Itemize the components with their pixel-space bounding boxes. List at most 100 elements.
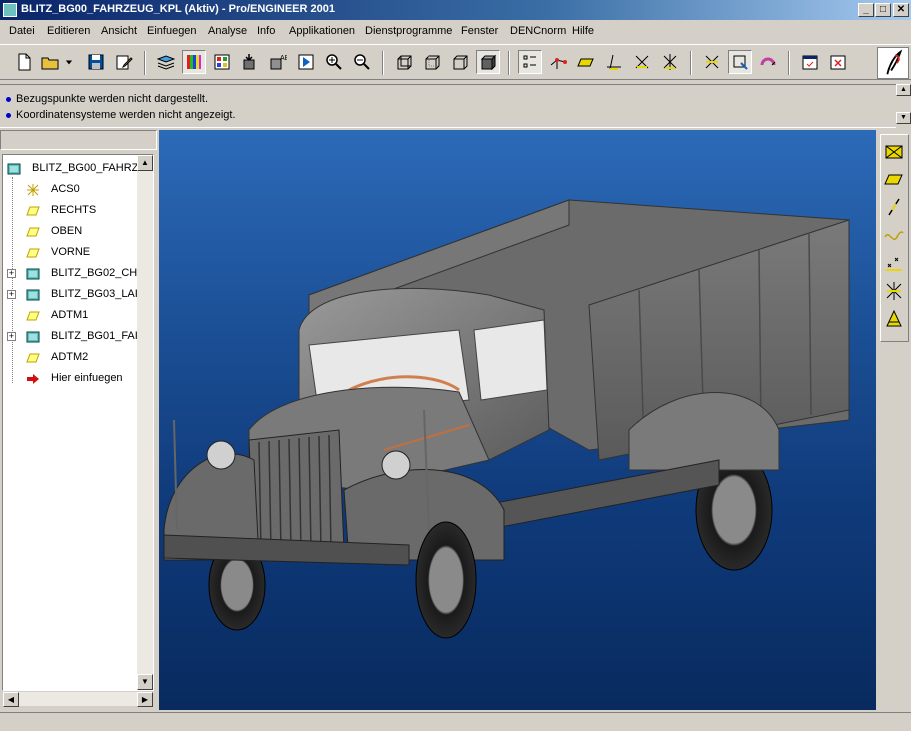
expand-plus-icon[interactable]: +	[7, 290, 16, 299]
message-text: Bezugspunkte werden nicht dargestellt.	[16, 93, 209, 105]
subassembly-icon	[26, 267, 40, 281]
spin-icon[interactable]	[756, 50, 780, 74]
regen-icon[interactable]: AB	[266, 50, 290, 74]
model-setup-icon[interactable]	[238, 50, 262, 74]
coord-sys-icon[interactable]	[630, 50, 654, 74]
zoom-in-icon[interactable]	[322, 50, 346, 74]
scroll-right-arrow-icon[interactable]: ▶	[137, 692, 153, 707]
datum-plane-icon	[26, 246, 40, 260]
insert-here-arrow-icon	[26, 372, 40, 386]
toolbar-separator	[788, 51, 790, 75]
tree-item-bg01[interactable]: + BLITZ_BG01_FAI	[3, 327, 137, 347]
scroll-down-arrow-icon[interactable]: ▼	[896, 112, 911, 124]
datum-plane-icon	[26, 204, 40, 218]
zoom-out-icon[interactable]	[350, 50, 374, 74]
datum-points-icon[interactable]	[518, 50, 542, 74]
menu-datei[interactable]: Datei	[9, 25, 35, 37]
tree-item-vorne[interactable]: VORNE	[3, 243, 137, 263]
minimize-button[interactable]: _	[858, 3, 874, 17]
open-folder-icon[interactable]	[38, 50, 62, 74]
maximize-button[interactable]: □	[875, 3, 891, 17]
datum-planes-icon[interactable]	[574, 50, 598, 74]
subassembly-icon	[26, 330, 40, 344]
menu-einfuegen[interactable]: Einfuegen	[147, 25, 197, 37]
axis-icon[interactable]	[882, 194, 906, 220]
tree-root[interactable]: BLITZ_BG00_FAHRZ	[3, 159, 137, 179]
wireframe-icon[interactable]	[392, 50, 416, 74]
app-window: BLITZ_BG00_FAHRZEUG_KPL (Aktiv) - Pro/EN…	[0, 0, 911, 731]
tree-item-label: BLITZ_BG03_LAI	[51, 288, 137, 300]
plane-icon[interactable]	[882, 166, 906, 192]
hidden-line-icon[interactable]	[420, 50, 444, 74]
analysis-icon[interactable]	[882, 306, 906, 332]
graphics-viewport[interactable]	[159, 130, 876, 710]
scroll-up-arrow-icon[interactable]: ▲	[896, 84, 911, 96]
select-icon[interactable]	[700, 50, 724, 74]
model-tree-icon[interactable]	[658, 50, 682, 74]
scroll-up-arrow-icon[interactable]: ▲	[137, 155, 153, 171]
menu-bar: Datei Editieren Ansicht Einfuegen Analys…	[0, 22, 911, 42]
tree-item-insert-here[interactable]: Hier einfuegen	[3, 369, 137, 389]
csys-tool-icon[interactable]	[882, 278, 906, 304]
truck-model-render	[163, 199, 850, 639]
menu-fenster[interactable]: Fenster	[461, 25, 498, 37]
subassembly-icon	[26, 288, 40, 302]
color-shade-icon[interactable]	[182, 50, 206, 74]
scroll-down-arrow-icon[interactable]: ▼	[137, 674, 153, 690]
scroll-left-arrow-icon[interactable]: ◀	[3, 692, 19, 707]
message-scrollbar[interactable]: ▲ ▼	[896, 84, 911, 128]
windshield-right	[473, 319, 548, 401]
dropdown-arrow-icon[interactable]	[62, 50, 76, 74]
tree-item-label: OBEN	[51, 225, 83, 237]
tree-item-oben[interactable]: OBEN	[3, 222, 137, 242]
datum-plane-tool-icon[interactable]	[882, 138, 906, 164]
menu-dienstprogramme[interactable]: Dienstprogramme	[365, 25, 452, 37]
curve-icon[interactable]	[882, 222, 906, 248]
pro-engineer-logo	[877, 47, 909, 79]
close-window-icon[interactable]	[826, 50, 850, 74]
tree-vertical-scrollbar[interactable]: ▲ ▼	[137, 155, 153, 690]
message-line: Bezugspunkte werden nicht dargestellt.	[6, 93, 208, 105]
point-icon[interactable]	[882, 250, 906, 276]
tree-item-label: ADTM2	[51, 351, 89, 363]
save-icon[interactable]	[84, 50, 108, 74]
toolbar-separator	[690, 51, 692, 75]
toolbar-separator	[144, 51, 146, 75]
right-toolbar	[878, 130, 911, 710]
menu-dencnorm[interactable]: DENCnorm	[510, 25, 566, 37]
menu-ansicht[interactable]: Ansicht	[101, 25, 137, 37]
tree-item-rechts[interactable]: RECHTS	[3, 201, 137, 221]
expand-plus-icon[interactable]: +	[7, 269, 16, 278]
menu-applikationen[interactable]: Applikationen	[289, 25, 355, 37]
tree-item-bg03[interactable]: + BLITZ_BG03_LAI	[3, 285, 137, 305]
play-icon[interactable]	[294, 50, 318, 74]
svg-text:AB: AB	[280, 55, 287, 62]
datum-axes-icon[interactable]	[546, 50, 570, 74]
new-file-icon[interactable]	[12, 50, 36, 74]
tree-item-label: VORNE	[51, 246, 91, 258]
tree-item-label: ACS0	[51, 183, 80, 195]
menu-editieren[interactable]: Editieren	[47, 25, 90, 37]
tree-item-adtm2[interactable]: ADTM2	[3, 348, 137, 368]
tree-horizontal-scrollbar[interactable]: ◀ ▶	[2, 691, 154, 707]
appearance-grid-icon[interactable]	[210, 50, 234, 74]
edit-pencil-icon[interactable]	[112, 50, 136, 74]
right-front-wheel	[415, 521, 477, 639]
no-hidden-icon[interactable]	[448, 50, 472, 74]
spin-center-icon[interactable]	[602, 50, 626, 74]
layers-icon[interactable]	[154, 50, 178, 74]
title-bar[interactable]: BLITZ_BG00_FAHRZEUG_KPL (Aktiv) - Pro/EN…	[0, 0, 911, 20]
window-activate-icon[interactable]	[798, 50, 822, 74]
menu-hilfe[interactable]: Hilfe	[572, 25, 594, 37]
menu-analyse[interactable]: Analyse	[208, 25, 247, 37]
close-button[interactable]: ✕	[893, 3, 909, 17]
expand-plus-icon[interactable]: +	[7, 332, 16, 341]
menu-info[interactable]: Info	[257, 25, 275, 37]
repaint-icon[interactable]	[728, 50, 752, 74]
window-title: BLITZ_BG00_FAHRZEUG_KPL (Aktiv) - Pro/EN…	[21, 3, 335, 15]
shaded-icon[interactable]	[476, 50, 500, 74]
tree-item-adtm1[interactable]: ADTM1	[3, 306, 137, 326]
tree-item-bg02[interactable]: + BLITZ_BG02_CH	[3, 264, 137, 284]
toolbar-separator	[508, 51, 510, 75]
tree-item-acs0[interactable]: ACS0	[3, 180, 137, 200]
